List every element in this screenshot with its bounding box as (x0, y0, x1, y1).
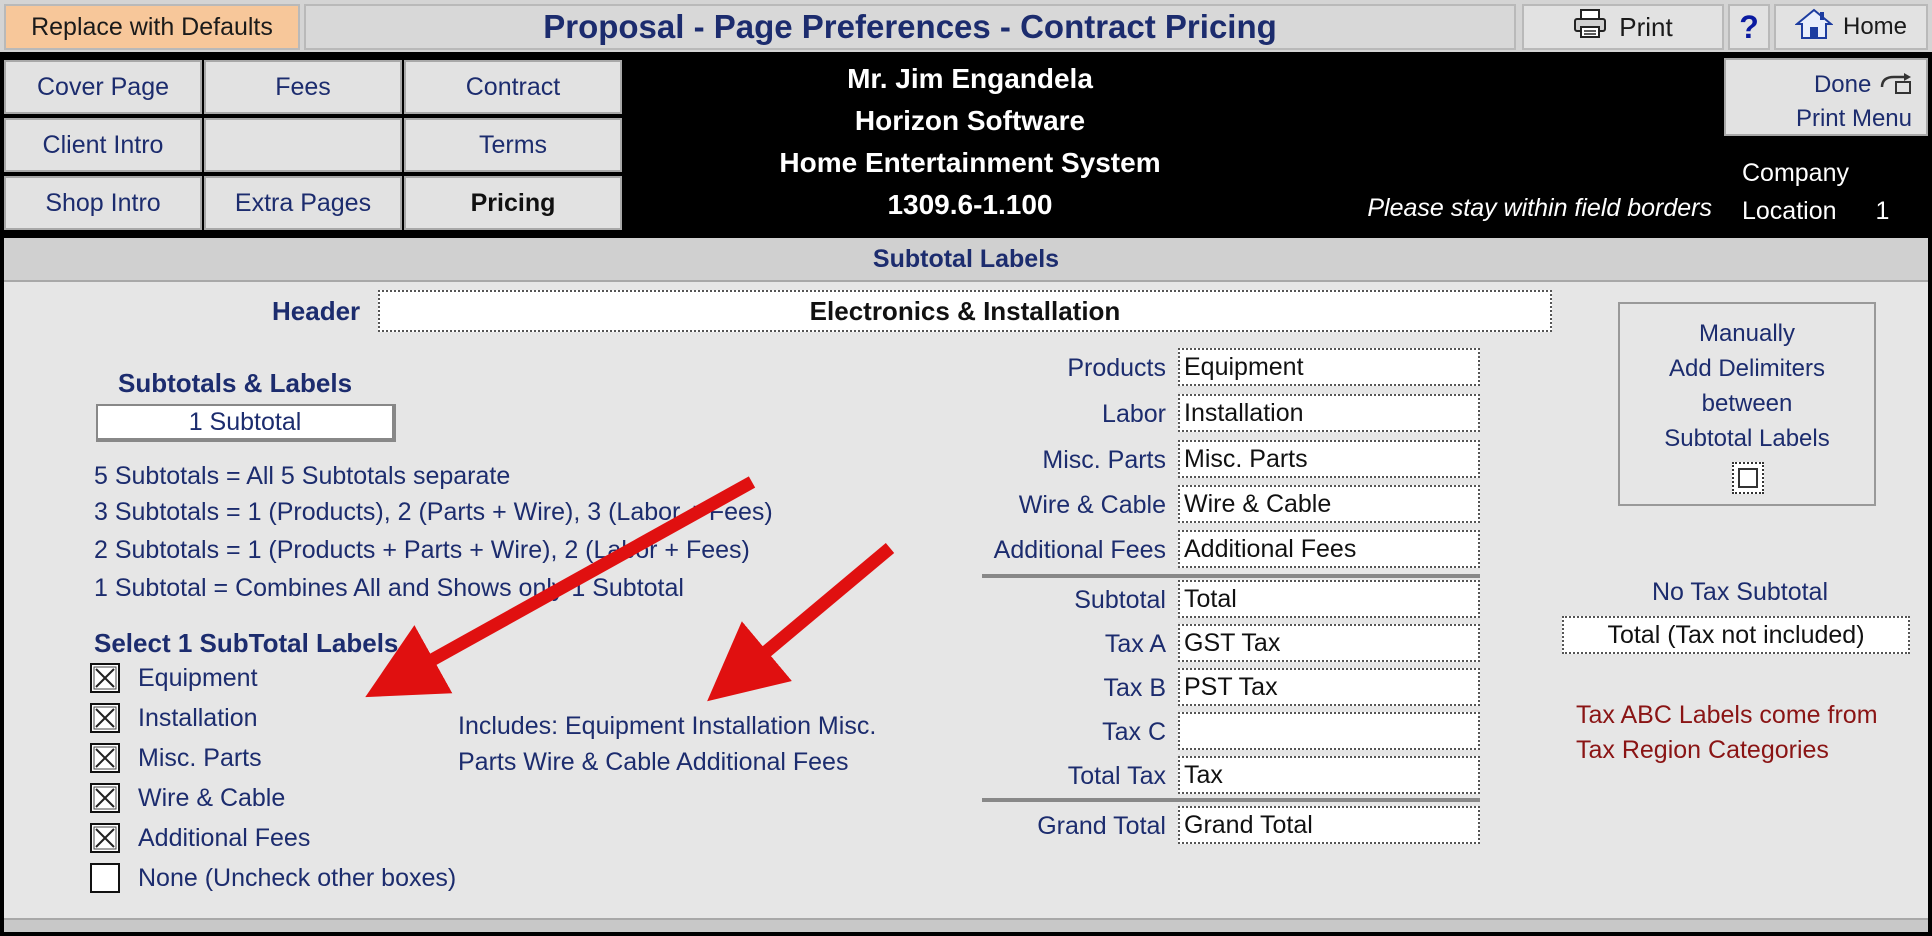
nav-extra-pages[interactable]: Extra Pages (204, 176, 402, 230)
delimiters-line-2: Add Delimiters (1668, 355, 1826, 382)
checked-checkbox-icon[interactable] (90, 823, 120, 853)
question-mark-icon: ? (1739, 8, 1759, 45)
select-labels-heading: Select 1 SubTotal Labels (94, 628, 399, 658)
header-input[interactable]: Electronics & Installation (378, 290, 1552, 332)
tax-note-line-1: Tax ABC Labels come from (1576, 701, 1878, 729)
checked-checkbox-icon[interactable] (90, 783, 120, 813)
nav-contract[interactable]: Contract (404, 60, 622, 114)
replace-with-defaults-button[interactable]: Replace with Defaults (4, 4, 300, 50)
subtotal-option-1: 1 Subtotal = Combines All and Shows only… (94, 574, 684, 602)
subtotal-label-option[interactable]: Installation (90, 698, 258, 738)
checked-checkbox-icon[interactable] (90, 743, 120, 773)
delimiters-line-4: Subtotal Labels (1664, 425, 1830, 452)
client-name: Mr. Jim Engandela (847, 63, 1093, 94)
checkbox-label: Installation (138, 703, 258, 732)
section-title: Subtotal Labels (4, 238, 1928, 282)
print-menu-label: Print Menu (1795, 105, 1912, 132)
page-title: Proposal - Page Preferences - Contract P… (304, 4, 1516, 50)
wire-cable-field[interactable]: Wire & Cable (1178, 485, 1480, 523)
tax-note-line-2: Tax Region Categories (1576, 736, 1829, 764)
location-label: Location (1742, 197, 1837, 225)
labor-field[interactable]: Installation (1178, 394, 1480, 432)
misc-parts-label: Misc. Parts (1042, 446, 1166, 474)
home-button[interactable]: Home (1774, 4, 1928, 50)
checkbox-label: Misc. Parts (138, 743, 262, 772)
additional-fees-field[interactable]: Additional Fees (1178, 530, 1480, 568)
header-label: Header (272, 296, 361, 326)
nav-terms[interactable]: Terms (404, 118, 622, 172)
separator-line (982, 574, 1480, 578)
tax-a-field[interactable]: GST Tax (1178, 624, 1480, 662)
print-label: Print (1619, 11, 1673, 42)
tax-region-note: Tax ABC Labels come from Tax Region Cate… (1576, 698, 1926, 768)
help-button[interactable]: ? (1728, 4, 1770, 50)
subtotal-label-option[interactable]: Misc. Parts (90, 738, 262, 778)
checkbox-inner (1738, 468, 1758, 488)
delimiters-line-3: between (1701, 390, 1793, 417)
misc-parts-field[interactable]: Misc. Parts (1178, 440, 1480, 478)
client-info: Mr. Jim Engandela Horizon Software Home … (620, 58, 1320, 226)
additional-fees-label: Additional Fees (993, 536, 1166, 564)
tax-a-label: Tax A (1104, 630, 1166, 658)
no-tax-subtotal-field[interactable]: Total (Tax not included) (1562, 616, 1910, 654)
location-value: 1 (1875, 197, 1890, 225)
checked-checkbox-icon[interactable] (90, 703, 120, 733)
subtotal-option-3: 3 Subtotals = 1 (Products), 2 (Parts + W… (94, 498, 773, 526)
tax-b-field[interactable]: PST Tax (1178, 668, 1480, 706)
nav-shop-intro[interactable]: Shop Intro (4, 176, 202, 230)
tax-c-field[interactable] (1178, 712, 1480, 750)
checked-checkbox-icon[interactable] (90, 663, 120, 693)
subtotals-heading: Subtotals & Labels (118, 368, 353, 398)
grand-total-label: Grand Total (1037, 812, 1166, 840)
total-tax-label: Total Tax (1067, 762, 1166, 790)
grand-total-field[interactable]: Grand Total (1178, 806, 1480, 844)
nav-empty (204, 118, 402, 172)
unchecked-checkbox-icon[interactable] (90, 863, 120, 893)
done-line: Done (1726, 68, 1912, 102)
delimiters-checkbox[interactable] (1732, 462, 1764, 494)
subtotal-label-option[interactable]: Equipment (90, 658, 258, 698)
done-print-menu-button[interactable]: Done Print Menu (1724, 58, 1928, 136)
footer-bar (4, 918, 1928, 932)
separator-line (982, 798, 1480, 802)
tax-c-label: Tax C (1102, 718, 1166, 746)
products-field[interactable]: Equipment (1178, 348, 1480, 386)
field-border-note: Please stay within field borders (1367, 194, 1712, 222)
tax-b-label: Tax B (1103, 674, 1166, 702)
subtotal-label-option[interactable]: Additional Fees (90, 818, 310, 858)
project-number: 1309.6-1.100 (887, 189, 1053, 220)
nav-pricing[interactable]: Pricing (404, 176, 622, 230)
subtotal-count-select[interactable]: 1 Subtotal (96, 404, 396, 442)
labor-label: Labor (1102, 400, 1166, 428)
subtotal-label: Subtotal (1074, 586, 1166, 614)
client-company: Horizon Software (854, 105, 1086, 136)
print-button[interactable]: Print (1522, 4, 1724, 50)
done-label: Done (1813, 71, 1872, 98)
checkbox-label: Equipment (138, 663, 258, 692)
no-tax-subtotal-label: No Tax Subtotal (1651, 578, 1829, 606)
subtotal-option-5: 5 Subtotals = All 5 Subtotals separate (94, 462, 511, 490)
checkbox-label: Wire & Cable (138, 783, 286, 812)
checkbox-label: Additional Fees (138, 823, 311, 852)
nav-fees[interactable]: Fees (204, 60, 402, 114)
company-location: Company Location 1 (1742, 154, 1889, 230)
project-name: Home Entertainment System (779, 147, 1161, 178)
products-label: Products (1067, 354, 1166, 382)
nav-client-intro[interactable]: Client Intro (4, 118, 202, 172)
printer-icon (1573, 8, 1607, 46)
subtotal-option-2: 2 Subtotals = 1 (Products + Parts + Wire… (94, 536, 750, 564)
home-label: Home (1842, 13, 1908, 40)
delimiters-line-1: Manually (1698, 320, 1796, 347)
subtotal-field[interactable]: Total (1178, 580, 1480, 618)
house-icon (1794, 8, 1834, 47)
return-arrow-icon (1878, 71, 1912, 98)
subtotal-label-option[interactable]: Wire & Cable (90, 778, 285, 818)
total-tax-field[interactable]: Tax (1178, 756, 1480, 794)
nav-cover-page[interactable]: Cover Page (4, 60, 202, 114)
company-label: Company (1742, 159, 1849, 187)
subtotal-label-option[interactable]: None (Uncheck other boxes) (90, 858, 456, 898)
checkbox-label: None (Uncheck other boxes) (138, 863, 457, 892)
wire-cable-label: Wire & Cable (1018, 491, 1166, 519)
